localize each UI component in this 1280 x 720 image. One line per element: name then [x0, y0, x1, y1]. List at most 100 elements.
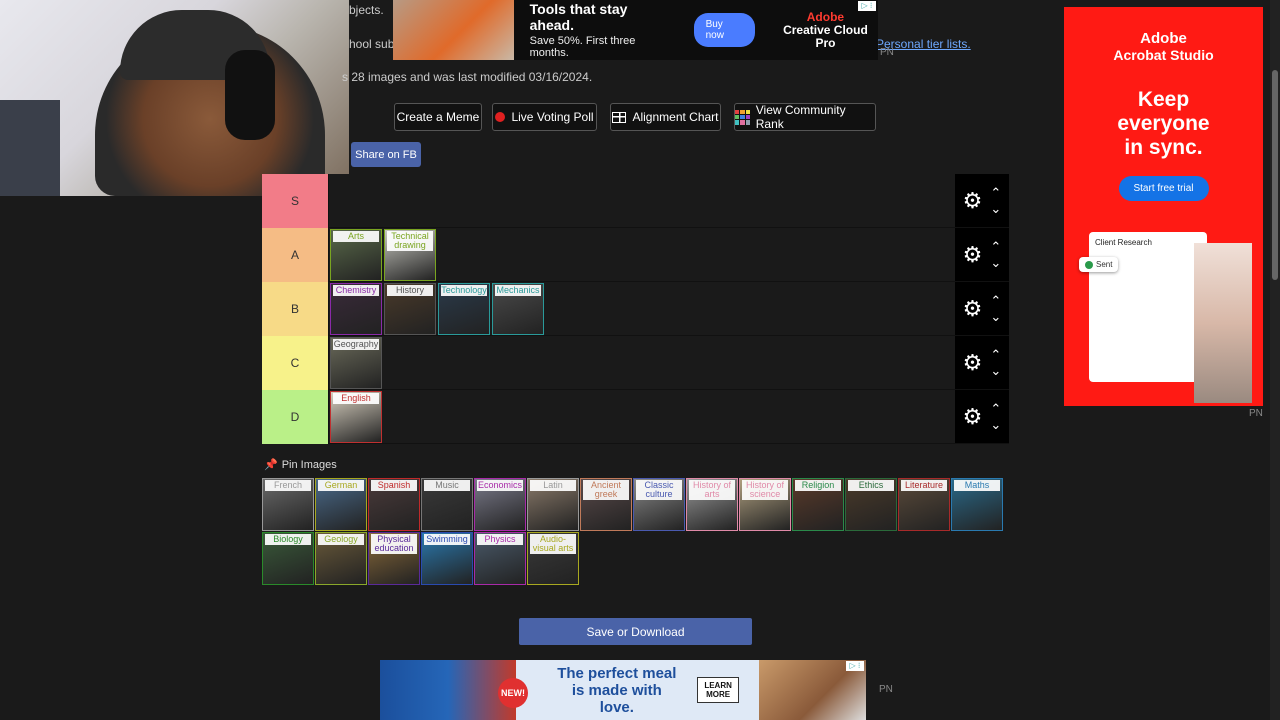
gear-icon[interactable]: ⚙ [963, 189, 983, 212]
image-tile[interactable]: Technology [438, 283, 490, 335]
tier-list: S ⚙ ⌃ ⌄ A Arts Technical drawing ⚙ ⌃ ⌄ B Chemistry H… [262, 174, 1009, 444]
share-on-fb-button[interactable]: Share on FB [351, 142, 421, 167]
tier-controls: ⚙ ⌃ ⌄ [955, 390, 1009, 443]
ad-subtext: Save 50%. First three months. [529, 35, 636, 59]
tier-row: S ⚙ ⌃ ⌄ [262, 174, 1009, 228]
gear-icon[interactable]: ⚙ [963, 297, 983, 320]
image-tile[interactable]: Economics [474, 478, 526, 531]
ad-person-photo [1194, 243, 1252, 403]
chevron-down-icon[interactable]: ⌄ [990, 363, 1001, 379]
side-advertisement[interactable]: Adobe Acrobat Studio Keep everyone in sy… [1064, 7, 1263, 406]
image-tile[interactable]: Ethics [845, 478, 897, 531]
tile-caption: Latin [530, 480, 576, 491]
ad-pn-label: PN [879, 684, 893, 695]
image-tile[interactable]: History of arts [686, 478, 738, 531]
chevron-up-icon[interactable]: ⌃ [990, 293, 1001, 309]
tile-caption: Mechanics [495, 285, 541, 296]
image-tile[interactable]: French [262, 478, 314, 531]
tier-controls: ⚙ ⌃ ⌄ [955, 174, 1009, 227]
page-scrollbar[interactable] [1270, 0, 1280, 720]
image-tile[interactable]: Arts [330, 229, 382, 281]
chevron-down-icon[interactable]: ⌄ [990, 255, 1001, 271]
tier-move-arrows: ⌃ ⌄ [990, 347, 1001, 379]
ad-buy-now-button[interactable]: Buy now [693, 13, 755, 47]
ad-sent-badge: Sent [1079, 257, 1119, 272]
chevron-up-icon[interactable]: ⌃ [990, 401, 1001, 417]
image-count-text: s 28 images and was last modified 03/16/… [342, 70, 593, 84]
image-tile[interactable]: Technical drawing [384, 229, 436, 281]
chevron-up-icon[interactable]: ⌃ [990, 239, 1001, 255]
ad-start-free-trial-button[interactable]: Start free trial [1118, 176, 1209, 201]
image-tile[interactable]: Spanish [368, 478, 420, 531]
top-advertisement[interactable]: Tools that stay ahead. Save 50%. First t… [393, 0, 878, 60]
image-tile[interactable]: Religion [792, 478, 844, 531]
image-tile[interactable]: Physics [474, 532, 526, 585]
chevron-up-icon[interactable]: ⌃ [990, 347, 1001, 363]
tier-label[interactable]: D [262, 390, 329, 444]
chevron-down-icon[interactable]: ⌄ [990, 309, 1001, 325]
tier-row: D English ⚙ ⌃ ⌄ [262, 390, 1009, 444]
image-tile[interactable]: History of science [739, 478, 791, 531]
rank-icon-cell [740, 114, 745, 120]
scrollbar-thumb[interactable] [1272, 70, 1278, 280]
tile-caption: Spanish [371, 480, 417, 491]
tier-drop-zone[interactable]: English [329, 390, 955, 443]
tile-caption: Audio-visual arts [530, 534, 576, 554]
image-tile[interactable]: Literature [898, 478, 950, 531]
gear-icon[interactable]: ⚙ [963, 405, 983, 428]
tier-drop-zone[interactable] [329, 174, 955, 227]
tier-label[interactable]: S [262, 174, 329, 228]
image-tile[interactable]: English [330, 391, 382, 443]
view-community-rank-button[interactable]: View Community Rank [734, 103, 876, 131]
tier-drop-zone[interactable]: Geography [329, 336, 955, 389]
rank-icon-cell [735, 114, 740, 120]
tile-caption: History [387, 285, 433, 296]
tile-caption: English [333, 393, 379, 404]
image-tile[interactable]: Chemistry [330, 283, 382, 335]
image-tile[interactable]: German [315, 478, 367, 531]
tile-caption: Geography [333, 339, 379, 350]
color-grid-icon [735, 109, 750, 125]
image-tile[interactable]: Swimming [421, 532, 473, 585]
create-meme-button[interactable]: Create a Meme [394, 103, 482, 131]
tier-drop-zone[interactable]: Arts Technical drawing [329, 228, 955, 281]
tier-label[interactable]: A [262, 228, 329, 282]
tier-drop-zone[interactable]: Chemistry History Technology Mechanics [329, 282, 955, 335]
tier-controls: ⚙ ⌃ ⌄ [955, 336, 1009, 389]
image-tile[interactable]: Ancient greek [580, 478, 632, 531]
chevron-down-icon[interactable]: ⌄ [990, 201, 1001, 217]
ad-side-brand: Adobe Acrobat Studio [1113, 30, 1214, 64]
image-tile[interactable]: Mechanics [492, 283, 544, 335]
adchoices-icon[interactable]: ▷ ⁝ [858, 1, 876, 11]
image-tile[interactable]: Latin [527, 478, 579, 531]
image-tile[interactable]: Physical education [368, 532, 420, 585]
image-tile[interactable]: Audio-visual arts [527, 532, 579, 585]
ad-bottom-headline: The perfect meal is made with love. [557, 664, 677, 716]
tile-caption: Geology [318, 534, 364, 545]
tier-move-arrows: ⌃ ⌄ [990, 239, 1001, 271]
image-tile[interactable]: Biology [262, 532, 314, 585]
image-tile[interactable]: Geology [315, 532, 367, 585]
image-tile[interactable]: Classic culture [633, 478, 685, 531]
image-tile[interactable]: Geography [330, 337, 382, 389]
bottom-advertisement[interactable]: NEW! The perfect meal is made with love.… [380, 660, 866, 720]
gear-icon[interactable]: ⚙ [963, 243, 983, 266]
save-or-download-button[interactable]: Save or Download [519, 618, 752, 645]
image-tile[interactable]: History [384, 283, 436, 335]
pin-images-toggle[interactable]: 📌 Pin Images [264, 458, 337, 471]
adchoices-icon[interactable]: ▷ ⁝ [846, 661, 864, 671]
tile-caption: Arts [333, 231, 379, 242]
chevron-up-icon[interactable]: ⌃ [990, 185, 1001, 201]
image-tile[interactable]: Maths [951, 478, 1003, 531]
tier-label[interactable]: C [262, 336, 329, 390]
rank-icon-cell [745, 120, 750, 125]
tier-label[interactable]: B [262, 282, 329, 336]
live-voting-poll-button[interactable]: Live Voting Poll [492, 103, 597, 131]
gear-icon[interactable]: ⚙ [963, 351, 983, 374]
alignment-chart-button[interactable]: Alignment Chart [610, 103, 721, 131]
image-tile[interactable]: Music [421, 478, 473, 531]
pin-icon: 📌 [264, 459, 278, 471]
ad-learn-more-button[interactable]: LEARN MORE [697, 677, 739, 703]
chevron-down-icon[interactable]: ⌄ [990, 417, 1001, 433]
image-pool: French German Spanish Music Economics Latin An… [262, 478, 1009, 586]
